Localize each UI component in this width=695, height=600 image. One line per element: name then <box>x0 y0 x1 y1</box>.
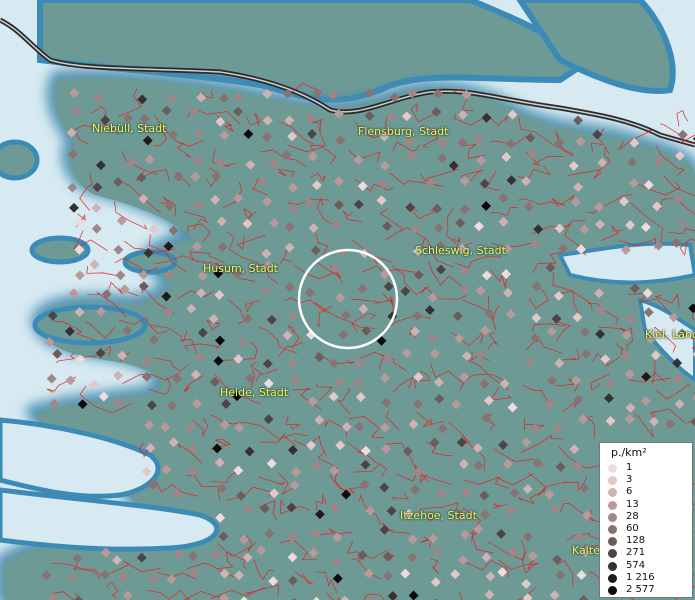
legend-value: 6 <box>626 486 633 498</box>
legend-value: 574 <box>626 559 646 571</box>
town-label-flensburg[interactable]: Flensburg, Stadt <box>358 125 448 138</box>
town-label-niebull[interactable]: Niebüll, Stadt <box>92 122 166 135</box>
town-label-kalte[interactable]: Kalte <box>572 544 600 557</box>
legend-swatch <box>608 512 617 522</box>
legend-value: 13 <box>626 498 639 510</box>
island <box>0 139 40 181</box>
legend-swatch <box>608 561 617 571</box>
town-label-husum[interactable]: Husum, Stadt <box>203 262 278 275</box>
legend-swatch <box>608 488 617 498</box>
legend-swatch <box>608 586 617 595</box>
density-legend: p./km² 1 3 6 13 28 60 128 271 574 1 216 2 577 <box>599 442 693 598</box>
population-density-map[interactable] <box>0 0 695 600</box>
town-label-schleswig[interactable]: Schleswig, Stadt <box>415 244 506 257</box>
town-label-itzehoe[interactable]: Itzehoe, Stadt <box>400 509 477 522</box>
legend-value: 28 <box>626 510 639 522</box>
legend-swatch <box>608 500 617 510</box>
legend-value: 1 216 <box>626 571 655 583</box>
legend-swatch <box>608 549 617 559</box>
legend-swatch <box>608 525 617 534</box>
legend-value: 60 <box>626 523 639 534</box>
legend-value: 2 577 <box>626 584 655 595</box>
legend-value: 1 <box>626 462 633 473</box>
legend-swatch <box>608 476 617 486</box>
legend-value: 128 <box>626 535 646 547</box>
legend-value: 271 <box>626 547 646 559</box>
town-label-kiel[interactable]: Kiel, Lands <box>645 328 695 341</box>
town-label-heide[interactable]: Heide, Stadt <box>220 386 288 399</box>
legend-swatch <box>608 464 617 473</box>
legend-swatch <box>608 573 617 583</box>
legend-value: 3 <box>626 474 633 486</box>
legend-swatch <box>608 537 617 547</box>
legend-title: p./km² <box>611 446 647 459</box>
